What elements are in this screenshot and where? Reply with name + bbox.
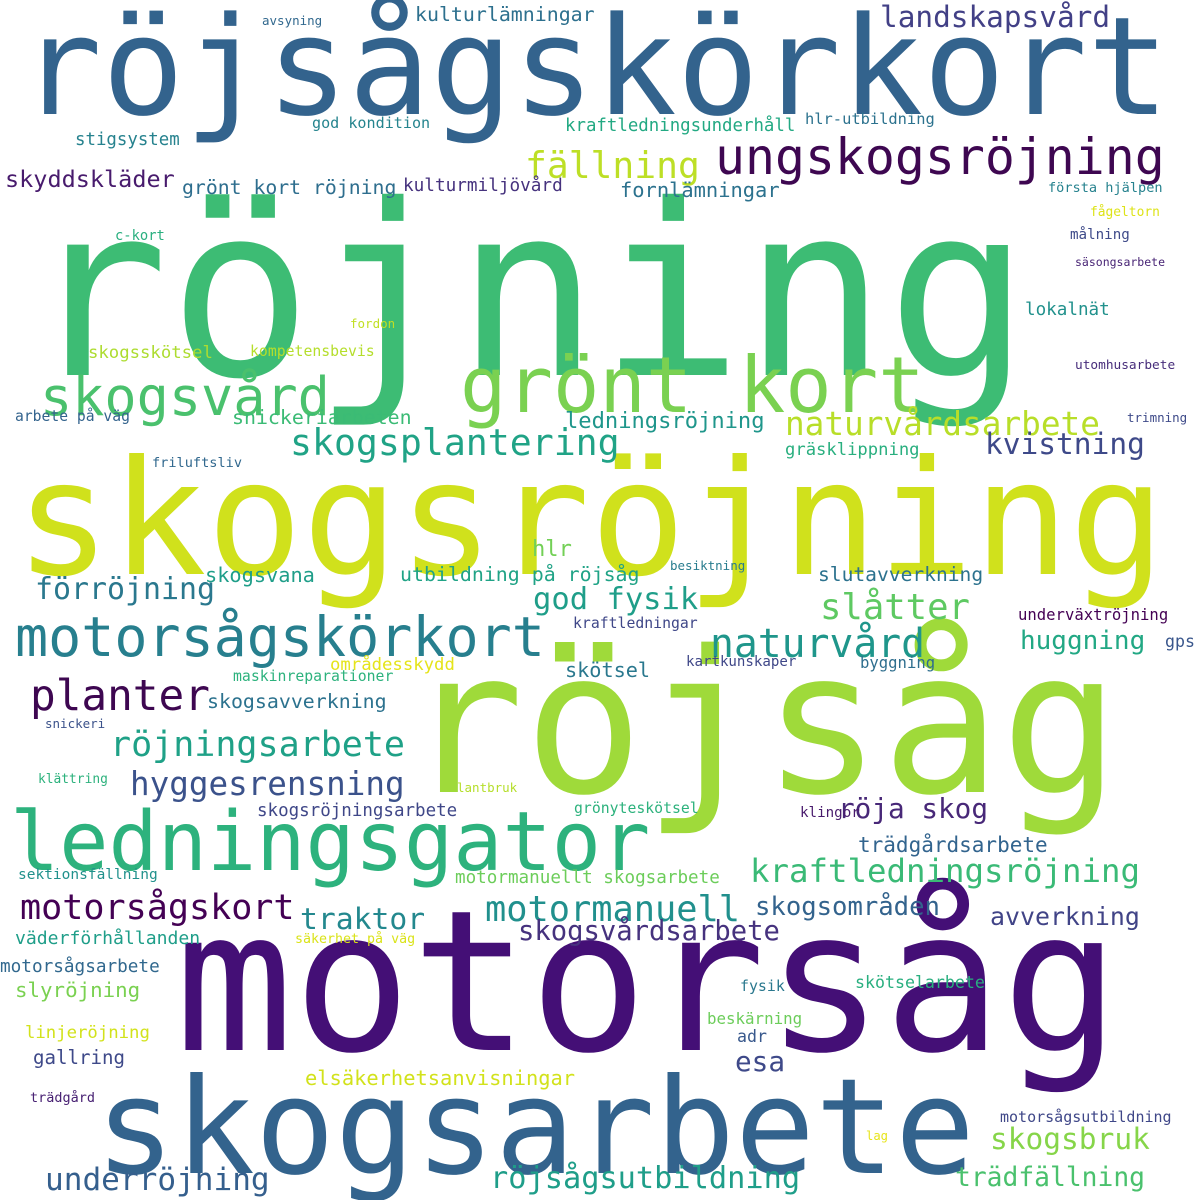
word-lokalnat: lokalnät [1025,300,1110,320]
word-slyrojning: slyröjning [15,978,141,1002]
word-beskarning: beskärning [707,1009,803,1028]
word-skotselarbete: skötselarbete [855,973,985,992]
word-underrojning: underröjning [45,1162,270,1198]
word-lantbruk: lantbruk [457,780,518,795]
word-motorsagsutbildning: motorsågsutbildning [1000,1108,1172,1126]
word-friluftsliv: friluftsliv [152,455,243,471]
word-skyddsklader: skyddskläder [5,165,175,193]
word-kartkunskaper: kartkunskaper [686,654,797,670]
word-rojningsarbete: röjningsarbete [110,725,406,765]
word-vaderforhallanden: väderförhållanden [15,928,201,949]
word-kulturmiljovard: kulturmiljövård [403,176,563,196]
word-elsakerhetsanvisningar: elsäkerhetsanvisningar [305,1066,576,1090]
word-gps: gps [1165,632,1195,651]
word-traktor: traktor [300,902,426,937]
word-skogsvana: skogsvana [205,563,315,587]
word-skotsel: skötsel [565,658,651,682]
word-tradgardsarbete: trädgårdsarbete [858,833,1048,857]
word-fageltorn: fågeltorn [1090,205,1160,220]
word-gront-kort-rojning: grönt kort röjning [182,176,397,199]
word-rojsagsutbildning: röjsågsutbildning [490,1161,801,1196]
word-kraftledningar: kraftledningar [573,615,698,632]
word-byggning: byggning [860,654,936,672]
word-forrojning: förröjning [35,572,215,607]
word-sakerhet-pa-vag: säkerhet på väg [295,932,416,947]
word-motormanuellt-skogsarbete: motormanuellt skogsarbete [455,868,720,888]
word-hyggesrensning: hyggesrensning [130,765,405,803]
word-hlr-utbildning: hlr-utbildning [805,110,935,128]
word-malning: målning [1070,227,1130,243]
word-lag: lag [866,1129,889,1143]
word-sasongsarbete: säsongsarbete [1075,255,1166,269]
word-roja-skog: röja skog [838,792,989,825]
word-klingor: klingor [800,805,860,821]
word-besiktning: besiktning [670,558,746,573]
word-c-kort: c-kort [115,228,165,244]
word-tradgard: trädgård [30,1090,96,1106]
word-esa: esa [735,1045,786,1078]
word-tradfallning: trädfällning [955,1163,1145,1193]
word-skogsavverkning: skogsavverkning [207,690,387,713]
word-fordon: fordon [350,316,396,331]
word-motorsagsarbete: motorsågsarbete [0,957,160,977]
word-grasklippning: gräsklippning [785,440,920,460]
word-gronyteskotsel: grönyteskötsel [574,800,699,817]
word-hlr: hlr [532,536,572,562]
word-undervaxtrojning: underväxtröjning [1018,606,1169,624]
word-god-fysik: god fysik [533,582,699,617]
word-utomhusarbete: utomhusarbete [1075,358,1176,373]
word-cloud: röjning röjsågskörkort skogsröjning röjs… [0,0,1200,1200]
word-skogsbruk: skogsbruk [990,1122,1150,1156]
word-landskapsvard: landskapsvård [880,0,1111,34]
word-huggning: huggning [1020,626,1146,656]
word-skogsomraden: skogsområden [755,892,940,922]
word-klattring: klättring [38,772,108,787]
word-arbete-pa-vag: arbete på väg [15,408,130,425]
word-slutavverkning: slutavverkning [818,563,984,586]
word-ungskogsrojning: ungskogsröjning [715,128,1165,186]
word-skogsskotsel: skogsskötsel [88,343,213,363]
word-gallring: gallring [33,1046,125,1069]
word-snickeriarbeten: snickeriarbeten [232,406,412,429]
word-planter: planter [30,671,210,721]
word-kraftledningsunderhall: kraftledningsunderhåll [565,116,796,136]
word-kvistning: kvistning [985,427,1145,461]
word-motorsagskort: motorsågskort [20,887,295,928]
word-ledningsrojning: ledningsröjning [565,408,765,434]
word-maskinreparationer: maskinreparationer [233,668,394,685]
word-avverkning: avverkning [990,902,1140,931]
word-snickeri: snickeri [45,716,106,731]
word-sektionsfallning: sektionsfällning [18,867,158,883]
word-trimning: trimning [1127,410,1188,425]
word-adr: adr [737,1027,767,1046]
word-utbildning-pa-rojsag: utbildning på röjsåg [400,563,640,586]
word-god-kondition: god kondition [312,114,431,132]
word-motorsagskorkort: motorsågskörkort [15,605,545,669]
word-forsta-hjalpen: första hjälpen [1048,180,1163,196]
word-skogsvardsarbete: skogsvårdsarbete [518,916,780,947]
word-stigsystem: stigsystem [75,130,180,150]
word-fysik: fysik [740,977,785,995]
word-kraftledningsrojning: kraftledningsröjning [750,852,1141,890]
word-skogsrojningsarbete: skogsröjningsarbete [257,801,458,821]
word-kompetensbevis: kompetensbevis [250,343,375,360]
word-fornlamningar: fornlämningar [620,178,780,202]
word-linjerojning: linjeröjning [25,1023,150,1043]
word-avsyning: avsyning [262,13,323,28]
word-kulturlamningar: kulturlämningar [415,3,595,26]
